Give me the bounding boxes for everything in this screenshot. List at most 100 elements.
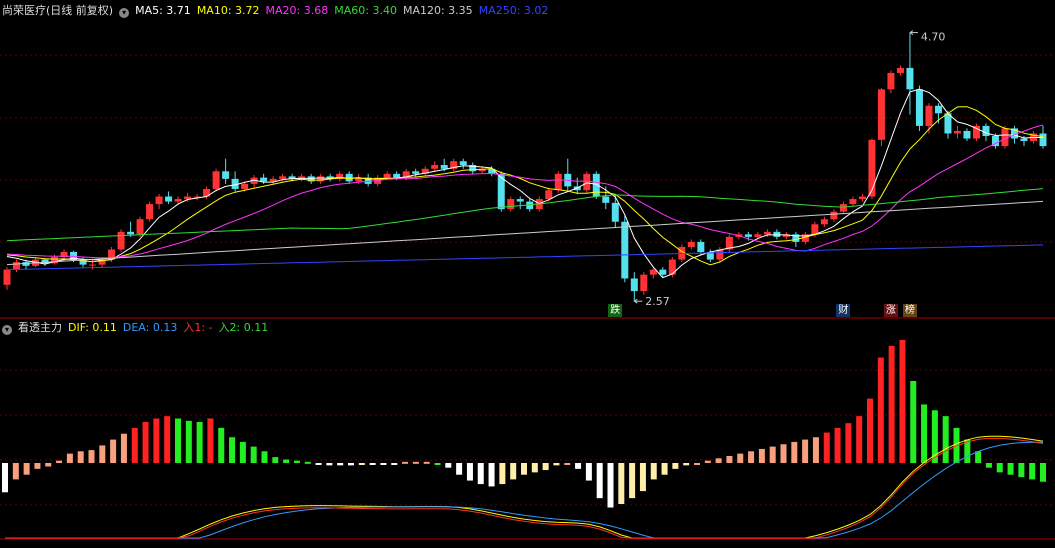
indicator-bar	[596, 463, 603, 499]
candle-body	[754, 234, 762, 237]
candle-body	[953, 130, 961, 134]
candle-body	[602, 196, 610, 203]
candle-body	[412, 171, 420, 174]
indicator-bar	[239, 441, 246, 463]
candle-body	[507, 199, 515, 210]
indicator-bar	[542, 463, 549, 471]
candle-body	[3, 269, 11, 285]
indicator-bar	[315, 463, 322, 465]
indicator-bar	[737, 453, 744, 463]
indicator-bar	[250, 446, 257, 463]
candle-body	[545, 190, 553, 200]
candle-body	[165, 196, 173, 202]
candle-body	[317, 176, 325, 182]
candle-body	[583, 173, 591, 191]
indicator-bar	[304, 461, 311, 464]
candle-body	[260, 177, 268, 182]
candle-body	[630, 278, 638, 292]
indicator-bar	[456, 463, 463, 475]
indicator-bar	[272, 457, 279, 463]
indicator-bar	[434, 463, 441, 465]
stock-chart[interactable]: 4.70 2.57	[0, 0, 1055, 548]
indicator-bar	[185, 420, 192, 463]
indicator-bar	[899, 340, 906, 463]
indicator-bar	[975, 451, 982, 463]
candle-body	[896, 67, 904, 73]
event-marker[interactable]: 榜	[902, 304, 917, 317]
event-marker[interactable]: 财	[836, 304, 851, 317]
ma-label: MA5: 3.71	[135, 4, 191, 17]
candle-body	[440, 165, 448, 169]
indicator-legend: DIF: 0.11 DEA: 0.13 入1: - 入2: 0.11	[68, 321, 274, 334]
indicator-bar	[23, 463, 30, 475]
indicator-bar	[412, 461, 419, 464]
candle-body	[982, 125, 990, 136]
indicator-bar	[369, 463, 376, 465]
indicator-bar	[585, 463, 592, 481]
indicator-bar	[477, 463, 484, 485]
candle-body	[868, 139, 876, 197]
indicator-bar	[423, 461, 430, 464]
indicator-bar	[402, 461, 409, 464]
candle-body	[117, 231, 125, 250]
candle-body	[811, 224, 819, 235]
candle-body	[345, 173, 353, 182]
dif-line	[5, 437, 1044, 539]
indicator-bar	[99, 445, 106, 463]
candle-body	[136, 219, 144, 235]
event-marker[interactable]: 跌	[608, 304, 623, 317]
candle-body	[963, 130, 971, 139]
ma-line	[6, 124, 1044, 259]
indicator-bar	[12, 463, 19, 480]
indicator-bar	[672, 463, 679, 469]
candle-body	[668, 259, 676, 275]
ma-legend: MA5: 3.71 MA10: 3.72 MA20: 3.68 MA60: 3.40 M…	[135, 4, 554, 17]
candle-body	[640, 274, 648, 292]
event-marker[interactable]: 涨	[883, 304, 898, 317]
candle-body	[155, 196, 163, 205]
dea-line	[5, 441, 1044, 539]
high-price-label: 4.70	[921, 31, 946, 44]
candle-body	[925, 105, 933, 126]
indicator-bar	[910, 381, 917, 463]
candle-body	[934, 105, 942, 114]
ma-label: MA120: 3.35	[402, 4, 473, 17]
candle-body	[146, 204, 154, 220]
candle-body	[820, 219, 828, 225]
indicator-bar	[553, 463, 560, 466]
indicator-bar	[1029, 463, 1036, 480]
ma-label: MA60: 3.40	[334, 4, 397, 17]
candle-body	[830, 211, 838, 220]
candle-body	[554, 173, 562, 191]
indicator-bar	[996, 463, 1003, 473]
candle-body	[459, 161, 467, 165]
indicator-bar	[694, 463, 700, 465]
indicator-bar	[921, 404, 928, 463]
candle-body	[773, 231, 781, 237]
indicator-bar	[175, 418, 181, 463]
chevron-down-icon[interactable]: ▾	[119, 8, 130, 18]
candle-body	[659, 269, 667, 275]
indicator-bar	[1040, 463, 1046, 482]
candle-body	[127, 231, 135, 235]
indicator-bar	[683, 463, 690, 466]
indicator-title[interactable]: 看透主力	[18, 321, 62, 334]
indicator-bar	[726, 455, 733, 463]
chevron-down-icon[interactable]: ▾	[2, 325, 12, 335]
indicator-bar	[88, 450, 95, 463]
stock-title[interactable]: 尚荣医疗(日线 前复权)	[2, 4, 113, 17]
candle-body	[877, 89, 885, 140]
candle-body	[13, 262, 21, 270]
indicator-label: DIF: 0.11	[68, 321, 117, 334]
indicator-bar	[639, 463, 646, 492]
ma-line	[6, 106, 1044, 266]
indicator-bar	[715, 458, 722, 463]
indicator-bar	[380, 463, 387, 465]
candle-body	[241, 183, 249, 189]
indicator-bar	[218, 427, 225, 463]
indicator-bar	[618, 463, 625, 504]
candle-body	[516, 199, 524, 202]
indicator-bar	[391, 463, 398, 465]
indicator-bar	[650, 463, 657, 480]
indicator-bar	[488, 463, 495, 487]
